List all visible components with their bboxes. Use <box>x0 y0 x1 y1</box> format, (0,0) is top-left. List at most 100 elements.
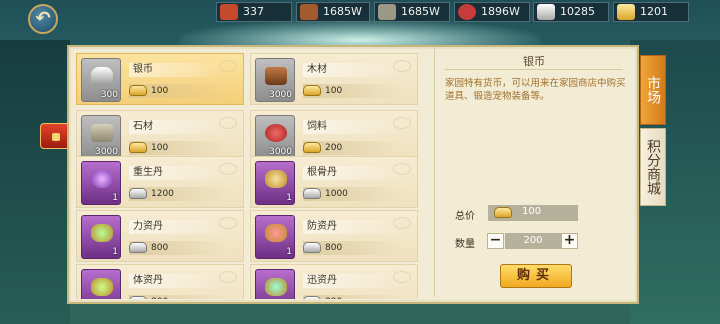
item-price-value: 800 <box>325 243 343 253</box>
item-thumbnail: 1 <box>255 215 295 259</box>
item-list[interactable]: 300 银币 100 3000 木材 100 3000 石材 100 3000 … <box>76 53 420 299</box>
item-price-value: 100 <box>151 86 169 96</box>
item-stock: 1 <box>112 193 118 203</box>
item-stock: 1 <box>286 193 292 203</box>
vitality-pill-icon <box>91 278 113 296</box>
cloud-pattern-icon <box>393 117 411 129</box>
item-card[interactable]: 1 迅资丹 800 <box>250 264 418 299</box>
item-thumbnail: 300 <box>81 58 121 102</box>
item-price-value: 800 <box>151 295 168 299</box>
item-price-value: 200 <box>325 143 343 153</box>
item-name: 饲料 <box>303 120 403 134</box>
gold-ingot-icon <box>303 142 321 153</box>
item-thumbnail: 1 <box>81 269 121 299</box>
gold-ingot-icon <box>617 4 635 20</box>
resource-value: 1201 <box>640 5 668 18</box>
silver-ingot-icon <box>129 242 147 253</box>
bone-pill-icon <box>265 170 287 188</box>
item-card[interactable]: 1 重生丹 1200 <box>76 156 244 208</box>
jade-token-icon <box>220 4 238 20</box>
strength-pill-icon <box>91 224 113 242</box>
item-card[interactable]: 1 体资丹 800 <box>76 264 244 299</box>
gold-ingot-icon <box>129 142 147 153</box>
item-stock: 300 <box>100 90 118 100</box>
item-stock: 1 <box>112 247 118 257</box>
tab-points-shop[interactable]: 积分商城 <box>640 128 666 206</box>
item-card[interactable]: 300 银币 100 <box>76 53 244 105</box>
item-thumbnail: 3000 <box>255 58 295 102</box>
item-price: 800 <box>303 241 403 255</box>
item-stock: 3000 <box>269 90 292 100</box>
gold-ingot-icon <box>129 85 147 96</box>
wood-log-icon <box>265 67 287 85</box>
resource-fodder[interactable]: 1896W <box>454 2 530 22</box>
item-price-value: 800 <box>151 243 169 253</box>
cloud-pattern-icon <box>393 163 411 175</box>
item-name: 重生丹 <box>129 166 229 180</box>
resource-wood[interactable]: 1685W <box>296 2 370 22</box>
item-name: 体资丹 <box>129 274 229 288</box>
item-card[interactable]: 1 根骨丹 1000 <box>250 156 418 208</box>
resource-value: 1685W <box>323 5 362 18</box>
buy-button[interactable]: 购买 <box>500 264 572 288</box>
total-price-label: 总价 <box>455 211 475 222</box>
total-price-box: 100 <box>488 205 578 221</box>
speed-pill-icon <box>265 278 287 296</box>
resource-value: 1896W <box>481 5 520 18</box>
fodder-icon <box>265 124 287 142</box>
item-price: 800 <box>303 295 403 299</box>
item-name: 银币 <box>129 63 229 77</box>
cloud-pattern-icon <box>219 60 237 72</box>
cloud-pattern-icon <box>219 163 237 175</box>
gold-ingot-icon <box>494 207 512 218</box>
item-name: 力资丹 <box>129 220 229 234</box>
treasure-chest-icon[interactable] <box>40 123 70 149</box>
item-stock: 1 <box>286 247 292 257</box>
defense-pill-icon <box>265 224 287 242</box>
resource-value: 1685W <box>401 5 440 18</box>
item-price: 100 <box>303 84 403 98</box>
cloud-pattern-icon <box>393 60 411 72</box>
resource-gold[interactable]: 1201 <box>613 2 689 22</box>
item-name: 木材 <box>303 63 403 77</box>
resource-jade-token[interactable]: 337 <box>216 2 292 22</box>
item-thumbnail: 1 <box>81 161 121 205</box>
resource-stone[interactable]: 1685W <box>374 2 450 22</box>
resource-value: 10285 <box>560 5 595 18</box>
item-price-value: 1000 <box>325 189 348 199</box>
item-card[interactable]: 3000 木材 100 <box>250 53 418 105</box>
item-thumbnail: 3000 <box>255 115 295 159</box>
item-card[interactable]: 3000 石材 100 <box>76 110 244 162</box>
item-price: 1000 <box>303 187 403 201</box>
item-card[interactable]: 1 力资丹 800 <box>76 210 244 262</box>
item-price: 100 <box>129 84 229 98</box>
resource-silver[interactable]: 10285 <box>533 2 609 22</box>
silver-ingot-icon <box>303 242 321 253</box>
quantity-plus-button[interactable]: + <box>561 233 578 249</box>
item-price: 800 <box>129 295 229 299</box>
rebirth-pill-icon <box>91 170 113 188</box>
quantity-label: 数量 <box>455 239 475 250</box>
stone-icon <box>378 4 396 20</box>
item-price-value: 100 <box>151 143 169 153</box>
item-price: 100 <box>129 141 229 155</box>
item-price-value: 1200 <box>151 189 174 199</box>
item-thumbnail: 1 <box>255 161 295 205</box>
silver-ingot-icon <box>91 67 113 85</box>
stone-icon <box>91 124 113 142</box>
silver-ingot-icon <box>129 296 147 299</box>
background-scenery-left <box>0 40 70 324</box>
quantity-input[interactable]: 200 <box>505 233 561 249</box>
back-button[interactable]: ↶ <box>28 4 58 34</box>
silver-ingot-icon <box>129 188 147 199</box>
tab-market[interactable]: 市场 <box>640 55 666 125</box>
fodder-icon <box>458 4 476 20</box>
cloud-pattern-icon <box>219 117 237 129</box>
item-price: 1200 <box>129 187 229 201</box>
divider <box>445 69 623 70</box>
quantity-minus-button[interactable]: − <box>487 233 504 249</box>
silver-ingot-icon <box>303 188 321 199</box>
item-card[interactable]: 1 防资丹 800 <box>250 210 418 262</box>
item-card[interactable]: 3000 饲料 200 <box>250 110 418 162</box>
detail-description: 家园特有货币，可以用来在家园商店中购买道具、锻造宠物装备等。 <box>445 78 626 102</box>
